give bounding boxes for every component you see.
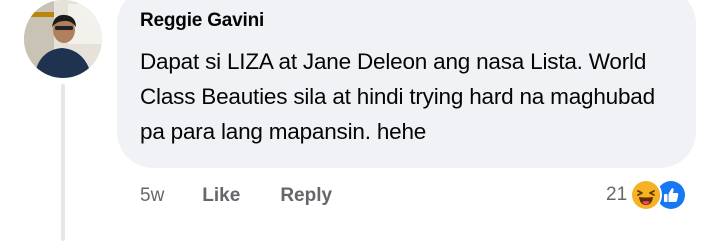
avatar-photo: [24, 0, 102, 78]
reply-button[interactable]: Reply: [280, 185, 332, 207]
reactions-summary[interactable]: 21: [606, 178, 688, 212]
comment-text: Dapat si LIZA at Jane Deleon ang nasa Li…: [140, 49, 655, 144]
like-button[interactable]: Like: [202, 185, 240, 207]
haha-icon: [630, 179, 663, 211]
thread-line: [61, 84, 65, 241]
avatar[interactable]: [24, 0, 102, 78]
comment-author[interactable]: Reggie Gavini: [140, 10, 264, 32]
comment-actions: 5w Like Reply: [140, 182, 332, 210]
reaction-count: 21: [606, 184, 628, 205]
comment-timestamp[interactable]: 5w: [140, 185, 164, 207]
